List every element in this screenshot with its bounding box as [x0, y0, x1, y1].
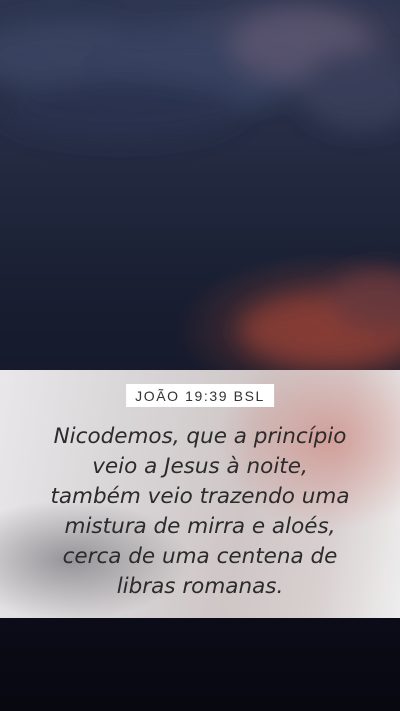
cloud-sky-background: [0, 10, 400, 365]
verse-line: veio a Jesus à noite,: [92, 454, 308, 479]
verse-card: JOÃO 19:39 BSL Nicodemos, que a princípi…: [0, 370, 400, 618]
verse-line: Nicodemos, que a princípio: [53, 424, 347, 449]
verse-line: libras romanas.: [116, 574, 284, 599]
verse-text: Nicodemos, que a princípio veio a Jesus …: [20, 422, 380, 602]
verse-image-screen: JOÃO 19:39 BSL Nicodemos, que a princípi…: [0, 0, 400, 711]
verse-line: mistura de mirra e aloés,: [64, 514, 336, 539]
verse-line: cerca de uma centena de: [62, 544, 338, 569]
verse-reference-badge: JOÃO 19:39 BSL: [126, 384, 274, 407]
bottom-dark-area: [0, 618, 400, 711]
verse-line: também veio trazendo uma: [50, 484, 350, 509]
